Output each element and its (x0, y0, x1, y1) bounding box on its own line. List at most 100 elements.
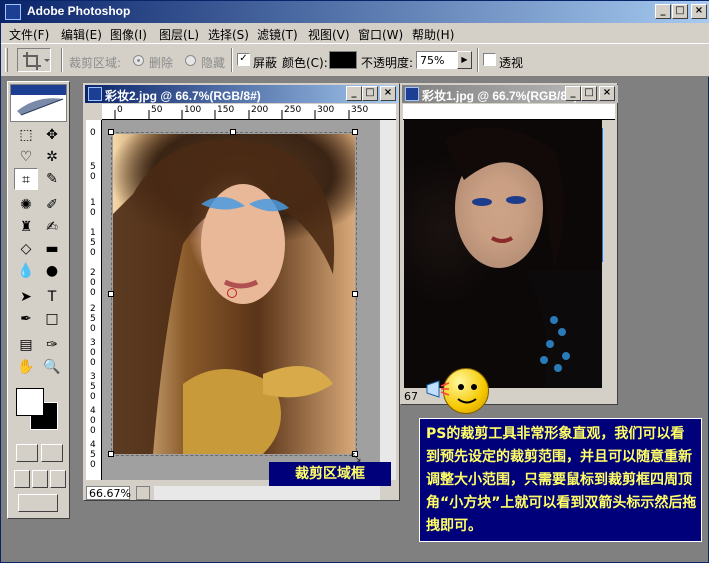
perspective-label: 透视 (499, 56, 524, 70)
crop-tool-icon[interactable]: ⌗ (14, 168, 38, 190)
crop-handle-top[interactable] (230, 129, 236, 135)
maximize-button[interactable]: □ (672, 4, 688, 19)
slice-tool-icon[interactable]: ✎ (40, 168, 64, 190)
options-bar: 裁剪区域: 删除 隐藏 ✓ 屏蔽 颜色(C): 不透明度: 75% ▶ 透视 (1, 43, 709, 77)
ruler-tick-label: 200 (251, 105, 269, 115)
opacity-slider-button[interactable]: ▶ (457, 51, 472, 69)
zoom-tool-icon[interactable]: 🔍 (40, 356, 64, 378)
shield-checkbox[interactable]: ✓ (237, 53, 250, 66)
path-selection-icon[interactable]: ➤ (14, 286, 38, 308)
shield-color-swatch[interactable] (329, 51, 357, 69)
screen-mode-full-menu[interactable] (32, 470, 48, 488)
document-2-vscroll[interactable] (380, 120, 396, 480)
ruler-tick-label: 0 (90, 208, 96, 218)
menu-image[interactable]: 图像(I) (110, 26, 147, 43)
perspective-checkbox[interactable] (483, 53, 496, 66)
menu-view[interactable]: 视图(V) (308, 26, 350, 43)
crop-tool-preset-picker[interactable] (17, 48, 51, 72)
menu-bar: 文件(F) 编辑(E) 图像(I) 图层(L) 选择(S) 滤镜(T) 视图(V… (1, 23, 709, 43)
quick-mask-button[interactable] (41, 444, 63, 462)
document-2-status-menu[interactable] (136, 486, 150, 500)
screen-mode-full[interactable] (50, 470, 66, 488)
ruler-tick-label: 0 (90, 172, 96, 182)
ruler-tick-label: 0 (90, 392, 96, 402)
standard-mode-button[interactable] (16, 444, 38, 462)
menu-file[interactable]: 文件(F) (9, 26, 49, 43)
ruler-tick-label: 0 (90, 416, 96, 426)
title-bar: Adobe Photoshop _ □ × (1, 1, 709, 23)
opacity-label: 不透明度: (361, 56, 414, 70)
lasso-tool-icon[interactable]: ♡ (14, 146, 38, 168)
ruler-tick-label: 0 (90, 324, 96, 334)
menu-window[interactable]: 窗口(W) (358, 26, 403, 43)
history-brush-icon[interactable]: ✍ (40, 216, 64, 238)
move-tool-icon[interactable]: ✥ (40, 124, 64, 146)
ruler-tick-label: 0 (90, 426, 96, 436)
crop-center-point[interactable] (227, 288, 237, 298)
crop-handle-top-right[interactable] (352, 129, 358, 135)
menu-help[interactable]: 帮助(H) (412, 26, 454, 43)
doc1-minimize-button[interactable]: _ (565, 86, 581, 101)
screen-mode-standard[interactable] (14, 470, 30, 488)
doc2-minimize-button[interactable]: _ (346, 86, 362, 101)
crop-handle-left[interactable] (108, 291, 114, 297)
options-grip[interactable] (5, 48, 8, 72)
shape-tool-icon[interactable]: □ (40, 308, 64, 330)
hide-radio[interactable] (185, 55, 196, 66)
ruler-tick-label: 0 (90, 278, 96, 288)
menu-select[interactable]: 选择(S) (208, 26, 249, 43)
dodge-tool-icon[interactable]: ● (40, 260, 64, 282)
opacity-input[interactable]: 75% (416, 51, 458, 69)
menu-edit[interactable]: 编辑(E) (61, 26, 102, 43)
document-1-zoom[interactable]: 67 (404, 390, 418, 403)
crop-area-annotation: 裁剪区域框 (269, 462, 391, 486)
foreground-color-swatch[interactable] (16, 388, 44, 416)
toolbox: ⬚ ✥ ♡ ✲ ⌗ ✎ ✺ ✐ ♜ ✍ ◇ ▬ 💧 ● ➤ T ✒ □ ▤ ✑ … (7, 81, 70, 519)
crop-handle-top-left[interactable] (108, 129, 114, 135)
jump-to-imageready-button[interactable] (18, 494, 58, 512)
crop-handle-right[interactable] (352, 291, 358, 297)
ruler-tick-label: 4 (90, 406, 96, 416)
eyedropper-icon[interactable]: ✑ (40, 334, 64, 356)
document-2-zoom[interactable]: 66.67% (86, 486, 131, 500)
brush-tool-icon[interactable]: ✐ (40, 194, 64, 216)
app-title: Adobe Photoshop (27, 4, 131, 18)
close-button[interactable]: × (691, 4, 707, 19)
crop-handle-bottom-left[interactable] (108, 451, 114, 457)
eraser-tool-icon[interactable]: ◇ (14, 238, 38, 260)
megaphone-icon (425, 379, 451, 399)
doc1-maximize-button[interactable]: □ (581, 86, 597, 101)
toolbox-header[interactable] (10, 84, 67, 122)
pen-tool-icon[interactable]: ✒ (14, 308, 38, 330)
clone-stamp-icon[interactable]: ♜ (14, 216, 38, 238)
marquee-tool-icon[interactable]: ⬚ (14, 124, 38, 146)
gradient-tool-icon[interactable]: ▬ (40, 238, 64, 260)
blur-tool-icon[interactable]: 💧 (14, 260, 38, 282)
type-tool-icon[interactable]: T (40, 286, 64, 308)
ruler-tick-label: 1 (90, 198, 96, 208)
magic-wand-icon[interactable]: ✲ (40, 146, 64, 168)
ruler-tick-label: 250 (284, 105, 302, 115)
ruler-tick-label: 300 (317, 105, 335, 115)
notes-tool-icon[interactable]: ▤ (14, 334, 38, 356)
ruler-tick-label: 0 (90, 348, 96, 358)
document-2-hscroll[interactable] (154, 486, 380, 500)
delete-radio[interactable] (133, 55, 144, 66)
hide-label: 隐藏 (201, 56, 226, 70)
doc2-close-button[interactable]: × (380, 86, 396, 101)
document-1-title: 彩妆1.jpg @ 66.7%(RGB/8#) (422, 89, 578, 103)
crop-frame[interactable] (108, 129, 358, 457)
ruler-tick-label: 3 (90, 372, 96, 382)
ruler-tick-label: 100 (184, 105, 202, 115)
photoshop-window: Adobe Photoshop _ □ × 文件(F) 编辑(E) 图像(I) … (0, 0, 709, 563)
crop-icon (23, 52, 50, 70)
healing-brush-icon[interactable]: ✺ (14, 194, 38, 216)
document-icon (405, 87, 419, 101)
menu-filter[interactable]: 滤镜(T) (257, 26, 298, 43)
minimize-button[interactable]: _ (655, 4, 671, 19)
hand-tool-icon[interactable]: ✋ (14, 356, 38, 378)
ruler-tick-label: 0 (90, 460, 96, 470)
menu-layer[interactable]: 图层(L) (159, 26, 199, 43)
doc2-maximize-button[interactable]: □ (362, 86, 378, 101)
doc1-close-button[interactable]: × (599, 86, 615, 101)
